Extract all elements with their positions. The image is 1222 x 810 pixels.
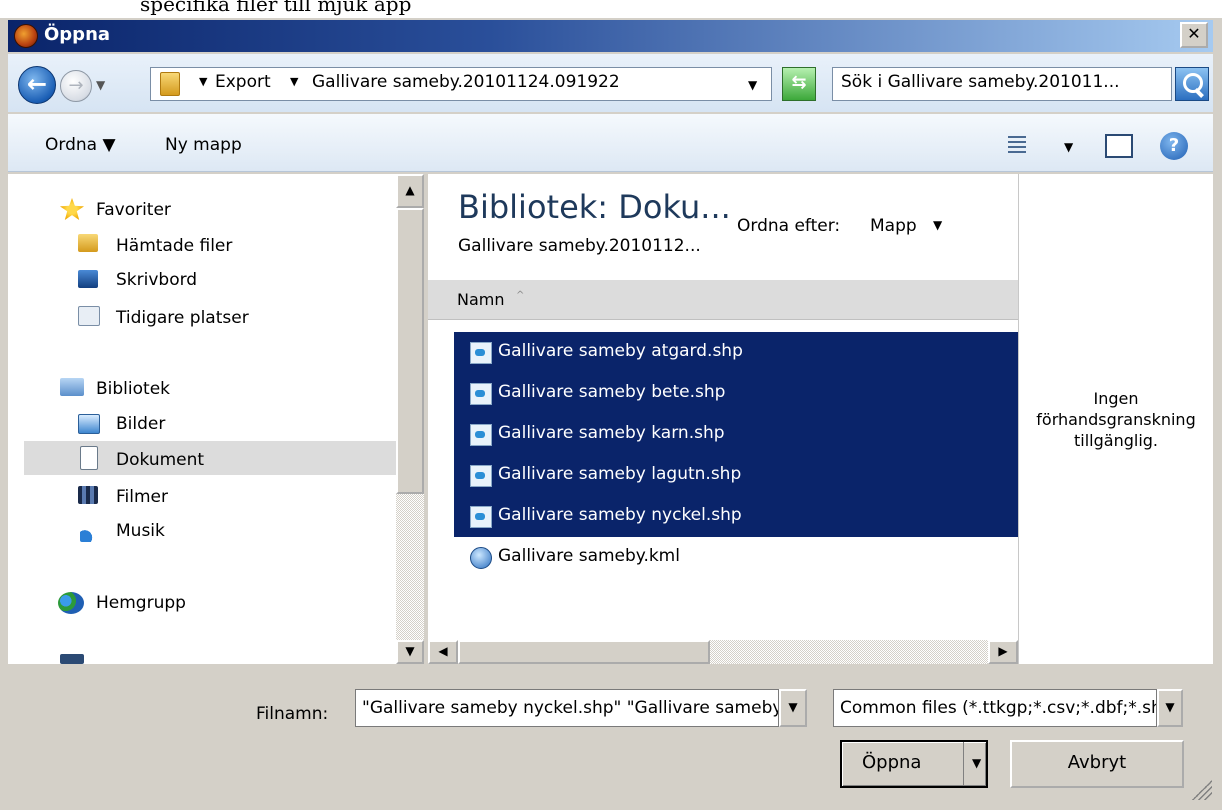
file-row[interactable]: Gallivare sameby nyckel.shp [454, 496, 1018, 537]
file-name: Gallivare sameby nyckel.shp [498, 505, 742, 525]
nav-homegroup[interactable]: Hemgrupp [96, 593, 186, 613]
videos-icon [78, 486, 98, 504]
scroll-left-icon[interactable]: ◀ [428, 640, 458, 664]
organize-button[interactable]: Ordna ▼ [45, 135, 116, 155]
breadcrumb-separator-icon[interactable]: ▼ [290, 75, 298, 88]
address-dropdown-icon[interactable]: ▼ [748, 78, 757, 92]
file-row[interactable]: Gallivare sameby lagutn.shp [454, 455, 1018, 496]
preview-pane-icon[interactable] [1105, 134, 1133, 158]
open-button-label: Öppna [862, 752, 922, 773]
library-title: Bibliotek: Doku... [458, 188, 731, 226]
file-name: Gallivare sameby bete.shp [498, 382, 726, 402]
nav-item-recent-places[interactable]: Tidigare platser [116, 308, 249, 328]
nav-favorites[interactable]: Favoriter [96, 200, 171, 220]
folder-icon [160, 72, 180, 96]
recent-places-icon [78, 306, 100, 326]
history-dropdown-icon[interactable]: ▼ [96, 78, 105, 92]
no-preview-line: tillgänglig. [1074, 431, 1158, 450]
nav-item-downloads[interactable]: Hämtade filer [116, 236, 232, 256]
app-icon [14, 24, 38, 48]
nav-item-music[interactable]: Musik [116, 521, 165, 541]
open-split-divider [963, 742, 964, 786]
open-dropdown-icon[interactable]: ▼ [972, 756, 981, 770]
documents-icon [80, 446, 98, 470]
arrange-by-dropdown[interactable]: Mapp [870, 216, 917, 236]
forward-button[interactable]: → [60, 70, 92, 102]
scroll-down-icon[interactable]: ▼ [396, 640, 424, 664]
filename-label: Filnamn: [256, 704, 329, 724]
file-row[interactable]: Gallivare sameby bete.shp [454, 373, 1018, 414]
file-row[interactable]: Gallivare sameby.kml [454, 537, 1018, 578]
shapefile-icon [470, 506, 492, 528]
nav-libraries[interactable]: Bibliotek [96, 379, 170, 399]
cancel-button[interactable]: Avbryt [1010, 740, 1184, 788]
refresh-button[interactable]: ⇆ [782, 67, 816, 101]
file-name: Gallivare sameby atgard.shp [498, 341, 743, 361]
pictures-icon [78, 414, 100, 434]
filename-dropdown-icon[interactable]: ▼ [779, 689, 807, 727]
file-row[interactable]: Gallivare sameby atgard.shp [454, 332, 1018, 373]
shapefile-icon [470, 342, 492, 364]
computer-icon [60, 654, 84, 664]
homegroup-icon [58, 592, 84, 614]
file-name: Gallivare sameby lagutn.shp [498, 464, 742, 484]
nav-item-pictures[interactable]: Bilder [116, 414, 165, 434]
close-button[interactable]: ✕ [1180, 22, 1208, 48]
no-preview-line: Ingen [1093, 389, 1139, 408]
horizontal-scroll-thumb[interactable] [458, 640, 710, 664]
column-name-header[interactable]: Namn [457, 290, 505, 309]
library-icon [60, 378, 84, 396]
music-icon [80, 520, 96, 542]
library-subtitle: Gallivare sameby.2010112... [458, 236, 701, 256]
back-button[interactable]: ← [18, 66, 56, 104]
scroll-right-icon[interactable]: ▶ [988, 640, 1018, 664]
view-mode-dropdown-icon[interactable]: ▼ [1064, 140, 1073, 154]
kml-file-icon [470, 547, 492, 569]
file-name: Gallivare sameby.kml [498, 546, 680, 566]
help-icon[interactable]: ? [1160, 132, 1188, 160]
nav-item-videos[interactable]: Filmer [116, 487, 168, 507]
shapefile-icon [470, 383, 492, 405]
new-folder-button[interactable]: Ny mapp [165, 135, 242, 155]
window-title: Öppna [44, 24, 111, 45]
view-mode-icon[interactable] [1008, 136, 1026, 154]
nav-scroll-thumb[interactable] [396, 208, 424, 494]
downloads-icon [78, 234, 98, 252]
search-icon[interactable] [1175, 67, 1209, 101]
filename-input[interactable]: "Gallivare sameby nyckel.shp" "Gallivare… [355, 689, 779, 727]
search-input[interactable]: Sök i Gallivare sameby.201011... [832, 67, 1172, 101]
no-preview-line: förhandsgranskning [1036, 410, 1196, 429]
filetype-dropdown-icon[interactable]: ▼ [1157, 689, 1183, 727]
breadcrumb-separator-icon[interactable]: ▼ [199, 75, 207, 88]
file-name: Gallivare sameby karn.shp [498, 423, 725, 443]
shapefile-icon [470, 424, 492, 446]
breadcrumb-current-folder[interactable]: Gallivare sameby.20101124.091922 [312, 72, 620, 92]
resize-grip-icon[interactable] [1192, 780, 1212, 800]
desktop-icon [78, 270, 98, 288]
filetype-select[interactable]: Common files (*.ttkgp;*.csv;*.dbf;*.shp) [833, 689, 1157, 727]
shapefile-icon [470, 465, 492, 487]
no-preview-message: Ingen förhandsgranskning tillgänglig. [1022, 388, 1210, 451]
background-text: specifika filer till mjuk app [140, 0, 412, 16]
breadcrumb-export[interactable]: Export [215, 72, 271, 92]
arrange-by-label: Ordna efter: [737, 216, 841, 236]
scroll-up-icon[interactable]: ▲ [396, 174, 424, 208]
nav-item-desktop[interactable]: Skrivbord [116, 270, 197, 290]
nav-item-documents[interactable]: Dokument [116, 450, 204, 470]
arrange-dropdown-icon[interactable]: ▼ [933, 218, 942, 232]
title-bar[interactable] [8, 20, 1213, 52]
file-row[interactable]: Gallivare sameby karn.shp [454, 414, 1018, 455]
sort-ascending-icon: ^ [516, 290, 525, 301]
